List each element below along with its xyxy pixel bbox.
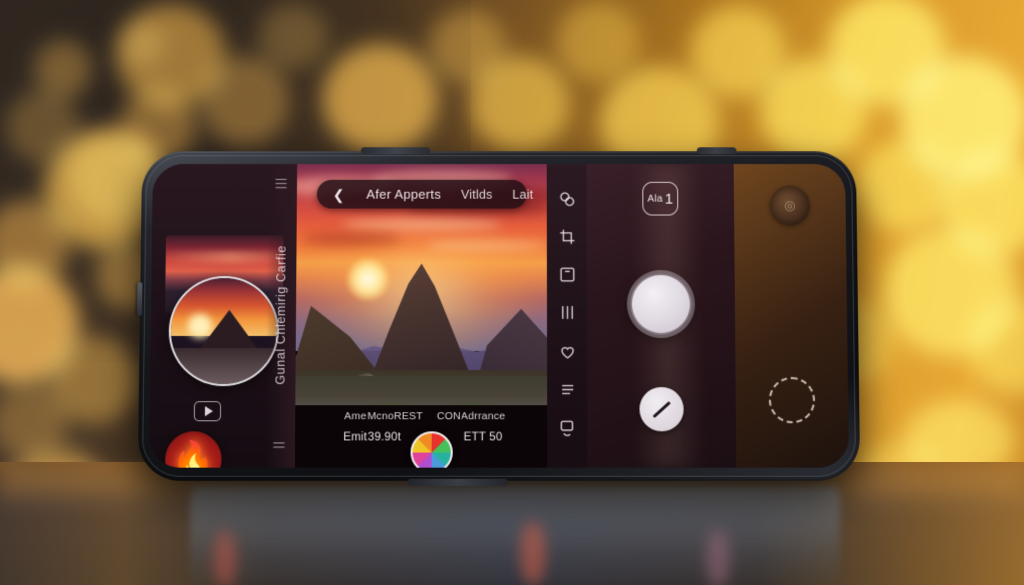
vertical-label-text: Gunal Chlemirig Carfie (273, 246, 288, 385)
preview-ground (170, 348, 277, 384)
camera-lens-icon[interactable] (557, 189, 576, 208)
charging-port (407, 479, 508, 486)
bottom-label-adrrance: Adrrance (461, 410, 505, 422)
crop-rotate-icon[interactable] (557, 227, 576, 246)
frame-icon[interactable] (557, 265, 576, 284)
pen-tool-button[interactable] (639, 387, 683, 431)
far-right-strip: ◎ (734, 164, 849, 468)
smartphone-device: 🔥 ||| Gunal Chlemirig Carfie || ❮ Afer A… (138, 151, 860, 481)
bottom-col-ame[interactable]: Ame Emit (343, 410, 367, 467)
vertical-label-strip: ||| Gunal Chlemirig Carfie || (265, 164, 297, 468)
nav-item-vitlds[interactable]: Vitlds (461, 187, 492, 201)
bottom-label-mcnor: McnoR (367, 410, 401, 422)
reflection-glint (520, 520, 546, 585)
preview-sun (188, 314, 212, 338)
shutter-button[interactable] (630, 273, 692, 335)
dial-glyph: ◎ (784, 198, 795, 214)
phone-reflection (190, 486, 840, 585)
bottom-bar-grid: Ame Emit McnoR 39.90t EST CON Adrrance E… (295, 405, 547, 467)
chevron-left-icon[interactable]: ❮ (333, 187, 345, 201)
dark-dial[interactable]: ◎ (770, 186, 810, 226)
bottom-value-emit: Emit (343, 431, 367, 443)
grip-bottom: || (273, 441, 287, 449)
layers-refresh-icon[interactable] (558, 419, 577, 438)
play-icon[interactable] (194, 401, 221, 421)
bottom-col-mcnor[interactable]: McnoR 39.90t (367, 410, 402, 467)
bokeh-light (258, 4, 328, 70)
tool-icon-rail (547, 164, 588, 468)
dashed-focus-ring[interactable] (769, 377, 816, 423)
bokeh-light (470, 56, 570, 152)
bottom-label-con: CON (437, 410, 461, 422)
ai-badge-text: Ala (647, 193, 662, 204)
nav-item-lait[interactable]: Lait (512, 187, 533, 201)
bottom-value-mcnor: 39.90t (368, 431, 401, 443)
scene: 🔥 ||| Gunal Chlemirig Carfie || ❮ Afer A… (0, 0, 1024, 585)
top-edge-button[interactable] (361, 147, 431, 154)
sliders-icon[interactable] (557, 304, 576, 323)
nav-title: Afer Apperts (366, 187, 441, 202)
bottom-label-est: EST (402, 410, 423, 422)
flame-glyph: 🔥 (172, 442, 215, 467)
ai-badge-count: 1 (665, 191, 673, 206)
flame-icon[interactable]: 🔥 (165, 431, 222, 467)
cloud-dark (302, 233, 402, 245)
bokeh-light (856, 140, 952, 232)
ai-badge[interactable]: Ala 1 (642, 182, 678, 216)
bottom-labels-est-con: EST CON (402, 410, 461, 422)
reflection-glint (214, 530, 236, 585)
bottom-col-adrrance[interactable]: Adrrance ETT 50 (461, 410, 505, 467)
bottom-label-ame: Ame (344, 410, 366, 422)
heart-adjust-icon[interactable] (558, 342, 577, 361)
bottom-tool-bar: Ame Emit McnoR 39.90t EST CON Adrrance E… (295, 405, 547, 467)
bottom-value-ett50: ETT 50 (464, 431, 503, 443)
cloud (342, 218, 502, 230)
list-lines-icon[interactable] (558, 380, 577, 399)
side-button[interactable] (137, 282, 142, 316)
reflection-glint (706, 528, 730, 585)
bokeh-light (322, 44, 438, 154)
bokeh-light (556, 2, 640, 82)
grip-top: ||| (275, 178, 289, 190)
camera-control-panel: Ala 1 (587, 164, 737, 468)
bottom-col-colorwheel[interactable]: EST CON (402, 410, 461, 467)
bokeh-light (200, 56, 290, 146)
photo-canvas[interactable]: ❮ Afer Apperts Vitlds Lait Eegits Tlalts… (295, 164, 547, 468)
phone-screen: 🔥 ||| Gunal Chlemirig Carfie || ❮ Afer A… (149, 164, 849, 468)
color-wheel-picker[interactable] (410, 431, 452, 467)
top-edge-button-secondary[interactable] (697, 147, 737, 154)
circular-sunset-preview[interactable] (168, 276, 279, 386)
top-nav-bar: ❮ Afer Apperts Vitlds Lait Eegits Tlalts (317, 180, 527, 209)
left-panel: 🔥 ||| Gunal Chlemirig Carfie || (149, 164, 297, 468)
